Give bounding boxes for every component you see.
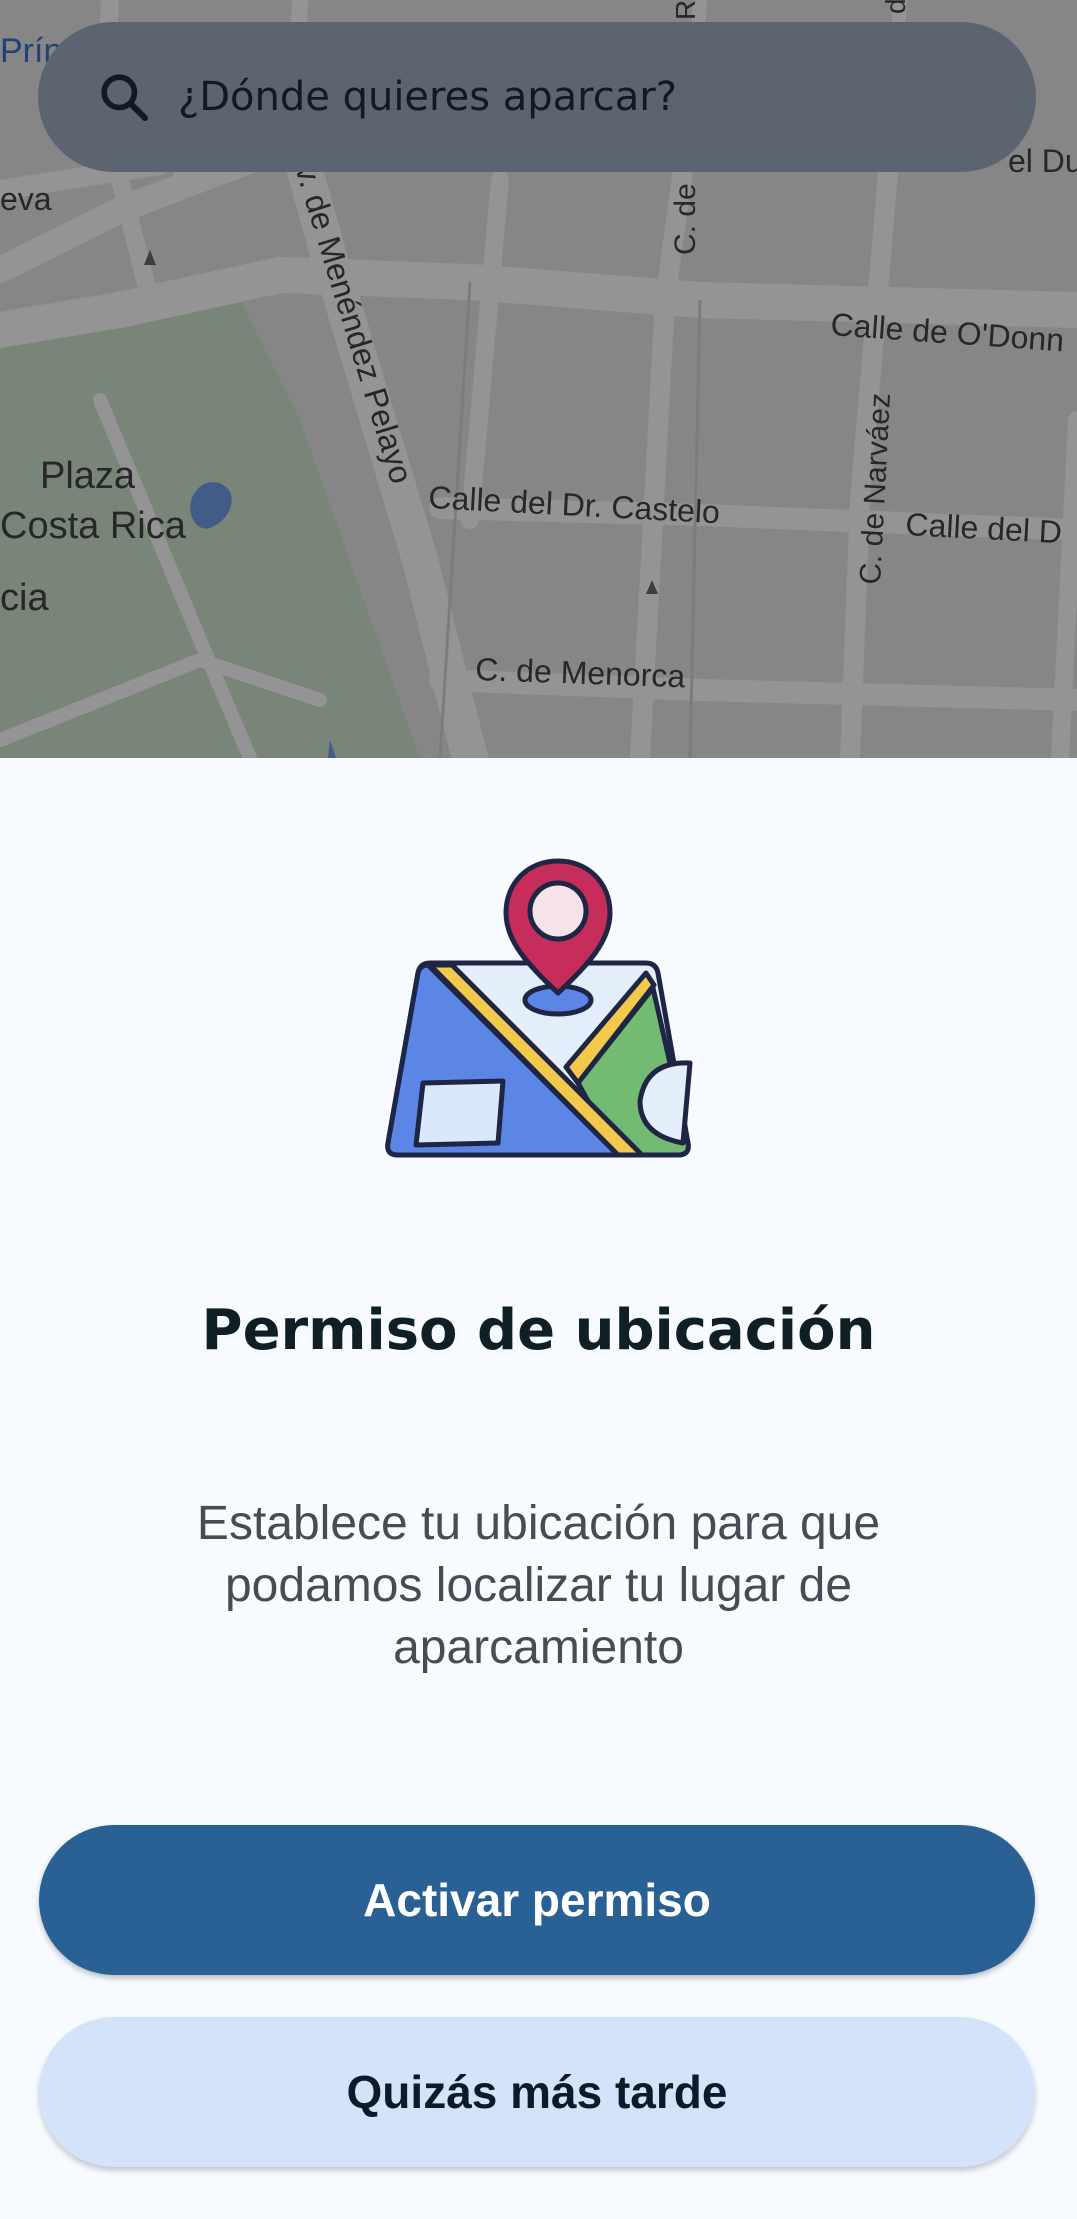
permission-title: Permiso de ubicación [201, 1298, 876, 1363]
maybe-later-button[interactable]: Quizás más tarde [39, 2017, 1035, 2167]
activate-permission-button[interactable]: Activar permiso [39, 1825, 1035, 1975]
permission-sheet: Permiso de ubicación Establece tu ubicac… [0, 758, 1077, 2219]
search-input[interactable] [176, 56, 1000, 138]
search-icon [94, 67, 154, 127]
permission-description: Establece tu ubicación para que podamos … [196, 1497, 881, 1674]
map-view[interactable]: Plaza Costa Rica cia Prín eva v. de Mené… [0, 0, 1077, 758]
location-map-illustration [378, 853, 698, 1173]
search-bar[interactable] [38, 22, 1036, 172]
